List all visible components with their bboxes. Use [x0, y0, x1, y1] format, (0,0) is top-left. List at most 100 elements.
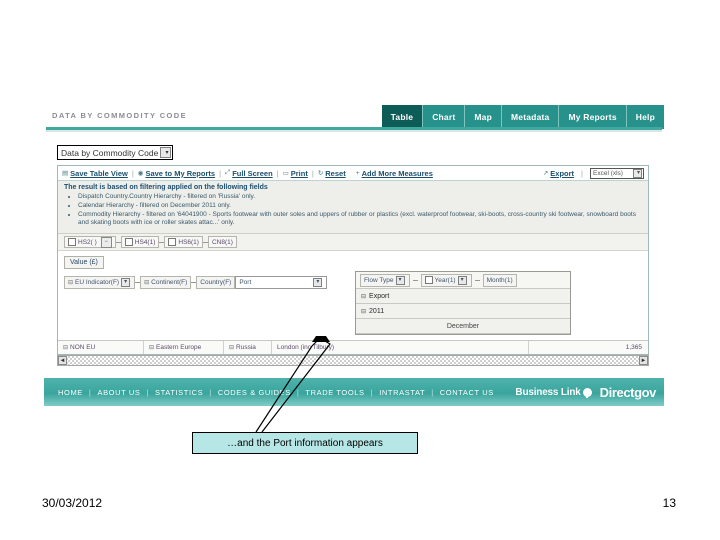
reset-label: Reset [325, 168, 346, 178]
tab-map[interactable]: Map [465, 105, 503, 129]
tab-chart[interactable]: Chart [423, 105, 466, 129]
view-select-dropdown[interactable]: Data by Commodity Code ▾ [57, 145, 173, 160]
tab-my-reports[interactable]: My Reports [559, 105, 627, 129]
tab-table[interactable]: Table [381, 105, 424, 129]
flow-type-dropdown[interactable]: Flow Type ▾ [360, 273, 410, 287]
footer-link-contact-us[interactable]: CONTACT US [434, 388, 500, 397]
business-link-logo[interactable]: Business Link [515, 386, 592, 398]
checkbox-icon[interactable] [424, 276, 433, 284]
month-selector[interactable]: Month(1) [482, 273, 517, 287]
filter-bullet: Calendar Hierarchy - filtered on Decembe… [78, 202, 642, 211]
disc-icon: ◉ [137, 170, 144, 177]
cell-label: Russia [236, 344, 256, 351]
dimension-continent[interactable]: ⊟ Continent(F) [140, 275, 192, 289]
caret-down-icon[interactable]: ▾ [633, 168, 642, 178]
save-table-view-button[interactable]: ▤ Save Table View [62, 169, 128, 178]
tab-help[interactable]: Help [626, 105, 664, 129]
column-header-label: Export [369, 292, 390, 300]
measure-row: Value (£) [58, 251, 648, 274]
dimension-country[interactable]: Country(F) [196, 275, 236, 289]
caret-down-icon[interactable]: ▾ [395, 275, 405, 285]
save-to-my-reports-button[interactable]: ◉ Save to My Reports [138, 169, 215, 178]
export-button[interactable]: ↗ Export [543, 169, 574, 178]
web-app-screenshot: DATA BY COMMODITY CODE Table Chart Map M… [44, 105, 664, 405]
full-screen-button[interactable]: ⤢ Full Screen [225, 169, 273, 178]
checkbox-icon[interactable] [68, 238, 76, 247]
slide-page-number: 13 [662, 496, 676, 510]
main-tab-bar[interactable]: Table Chart Map Metadata My Reports Help [381, 105, 664, 129]
hierarchy-level-hs6[interactable]: HS6(1) [164, 236, 203, 249]
footer-brand-group: Business Link Directgov [515, 385, 664, 400]
filter-summary-title: The result is based on filtering applied… [64, 184, 268, 191]
expand-icon[interactable]: ⊟ [149, 344, 154, 351]
measure-label: Value (£) [70, 258, 98, 266]
dimension-label: Country(F) [200, 278, 232, 286]
hierarchy-level-hs2[interactable]: HS2( ) − [64, 236, 116, 249]
horizontal-scrollbar[interactable]: ◄ ► [57, 355, 649, 366]
business-link-label: Business Link [515, 386, 581, 398]
toolbar-separator: | [581, 168, 583, 178]
column-controls[interactable]: Flow Type ▾ Year(1) ▾ Month(1) [356, 272, 570, 289]
export-format-dropdown[interactable]: Excel (xls) ▾ [590, 167, 644, 179]
checkbox-icon[interactable] [168, 238, 177, 247]
footer-link-about-us[interactable]: ABOUT US [91, 388, 146, 397]
printer-icon: ▭ [282, 170, 289, 177]
print-button[interactable]: ▭ Print [283, 169, 308, 178]
toolbar-right-group[interactable]: ↗ Export | Excel (xls) ▾ [543, 167, 644, 179]
annotation-callout: …and the Port information appears [192, 432, 418, 454]
footer-link-home[interactable]: HOME [52, 388, 89, 397]
column-header-panel[interactable]: Flow Type ▾ Year(1) ▾ Month(1) ⊟ Export [355, 271, 571, 335]
column-header-month[interactable]: December [356, 319, 570, 334]
table-row[interactable]: ⊟ NON EU ⊟ Eastern Europe ⊟ Russia Londo… [58, 340, 648, 354]
caret-down-icon[interactable]: ▾ [313, 277, 323, 287]
caret-down-icon[interactable]: ▾ [121, 277, 131, 287]
site-footer-nav[interactable]: HOME | ABOUT US | STATISTICS | CODES & G… [44, 378, 664, 406]
measure-value-button[interactable]: Value (£) [64, 255, 104, 269]
expand-icon[interactable]: ⊟ [68, 279, 73, 286]
collapse-icon[interactable]: ⊟ [361, 308, 366, 315]
cell-label: NON EU [70, 344, 96, 351]
column-header-label: 2011 [369, 307, 385, 315]
cell-continent: ⊟ Eastern Europe [144, 341, 224, 354]
column-header-flow[interactable]: ⊟ Export [356, 289, 570, 304]
expand-icon[interactable]: ⊟ [229, 344, 234, 351]
toolbar-separator: | [311, 168, 314, 178]
footer-link-intrastat[interactable]: INTRASTAT [373, 388, 431, 397]
toolbar-separator: | [276, 168, 279, 178]
filter-summary: The result is based on filtering applied… [58, 181, 648, 235]
dimension-eu-indicator[interactable]: ⊟ EU Indicator(F) ▾ [64, 275, 136, 289]
header-divider-soft [46, 130, 662, 132]
port-dropdown[interactable]: Port ▾ [235, 275, 328, 289]
export-label: Export [550, 168, 575, 178]
report-toolbar[interactable]: ▤ Save Table View | ◉ Save to My Reports… [58, 166, 648, 181]
hierarchy-level-hs4[interactable]: HS4(1) [120, 236, 160, 249]
toolbar-separator: | [219, 168, 222, 178]
expand-icon: ⤢ [225, 169, 231, 176]
footer-link-statistics[interactable]: STATISTICS [149, 388, 209, 397]
year-dropdown[interactable]: Year(1) ▾ [420, 273, 472, 287]
reset-button[interactable]: ↻ Reset [318, 169, 346, 178]
tab-metadata[interactable]: Metadata [502, 105, 560, 129]
footer-link-list[interactable]: HOME | ABOUT US | STATISTICS | CODES & G… [52, 388, 500, 397]
hierarchy-level-cn8[interactable]: CN8(1) [207, 236, 237, 249]
add-more-measures-button[interactable]: + Add More Measures [356, 169, 433, 178]
caret-down-icon[interactable]: ▾ [160, 147, 171, 158]
arrow-left-icon[interactable]: ◄ [58, 356, 67, 365]
filter-summary-list: Dispatch Country.Country Hierarchy - fil… [64, 193, 642, 228]
column-header-year[interactable]: ⊟ 2011 [356, 304, 570, 319]
expand-icon[interactable]: ⊟ [144, 279, 149, 286]
dimension-label: EU Indicator(F) [75, 278, 120, 286]
collapse-icon[interactable]: − [100, 236, 112, 248]
footer-link-trade-tools[interactable]: TRADE TOOLS [299, 388, 370, 397]
directgov-logo[interactable]: Directgov [600, 385, 657, 400]
commodity-hierarchy-levels[interactable]: HS2( ) − HS4(1) HS6(1) CN8(1) [58, 234, 648, 252]
arrow-right-icon[interactable]: ► [639, 356, 648, 365]
toolbar-separator: | [131, 168, 134, 178]
hierarchy-level-label: HS4(1) [134, 238, 156, 246]
collapse-icon[interactable]: ⊟ [361, 293, 366, 300]
checkbox-icon[interactable] [124, 238, 133, 247]
expand-icon[interactable]: ⊟ [63, 344, 68, 351]
footer-link-codes-guides[interactable]: CODES & GUIDES [212, 388, 297, 397]
cell-country: ⊟ Russia [224, 341, 272, 354]
caret-down-icon[interactable]: ▾ [457, 275, 467, 285]
